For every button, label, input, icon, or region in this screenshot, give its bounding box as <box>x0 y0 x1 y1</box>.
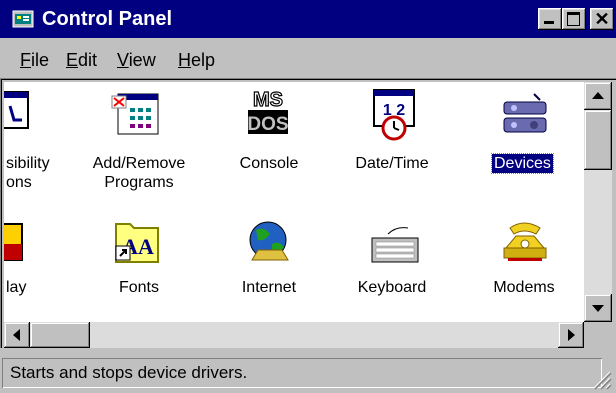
icon-label: Fonts <box>118 279 159 296</box>
scroll-left-button[interactable] <box>4 322 30 348</box>
icon-item-date-time[interactable]: 1 2 Date/Time <box>332 82 452 202</box>
arrow-down-icon <box>592 305 604 312</box>
arrow-up-icon <box>592 92 604 99</box>
icon-item-accessibility[interactable]: sibility ons <box>4 82 74 202</box>
icon-item-modems[interactable]: Modems <box>466 212 582 322</box>
window-title: Control Panel <box>42 8 173 30</box>
icon-item-keyboard[interactable]: Keyboard <box>332 212 452 322</box>
console-icon: MS DOS <box>247 88 288 135</box>
control-panel-icon <box>12 10 34 28</box>
scrollbar-corner <box>584 322 612 348</box>
resize-grip-icon[interactable] <box>590 368 612 390</box>
add-remove-programs-icon <box>111 93 159 135</box>
horizontal-scroll-thumb[interactable] <box>30 322 90 348</box>
modems-icon <box>503 222 547 261</box>
scroll-up-button[interactable] <box>584 82 612 110</box>
menu-bar: File Edit View Help <box>0 44 616 74</box>
menu-file[interactable]: File <box>18 49 51 71</box>
status-bar: Starts and stops device drivers. <box>0 354 616 393</box>
arrow-right-icon <box>568 329 575 341</box>
icon-label: Devices <box>491 153 554 174</box>
icon-view[interactable]: sibility ons Add/Remove Programs MS DOS … <box>4 82 584 322</box>
icon-label: lay <box>6 279 27 296</box>
scroll-down-button[interactable] <box>584 294 612 322</box>
horizontal-scrollbar[interactable] <box>4 322 584 348</box>
icon-item-devices[interactable]: Devices <box>466 82 582 202</box>
icon-item-add-remove-programs[interactable]: Add/Remove Programs <box>74 82 204 202</box>
client-area: sibility ons Add/Remove Programs MS DOS … <box>0 78 616 348</box>
display-icon <box>4 223 23 261</box>
maximize-button[interactable] <box>562 8 586 30</box>
icon-label: Internet <box>241 279 297 296</box>
status-text: Starts and stops device drivers. <box>10 363 248 382</box>
maximize-icon <box>567 12 580 26</box>
icon-label: Date/Time <box>355 155 429 172</box>
control-panel-window: Control Panel ✕ File Edit View Help sibi… <box>0 0 616 393</box>
date-time-icon: 1 2 <box>373 89 415 141</box>
vertical-scroll-thumb[interactable] <box>584 110 612 170</box>
icon-item-internet[interactable]: Internet <box>214 212 324 322</box>
menu-edit[interactable]: Edit <box>64 49 99 71</box>
devices-icon <box>503 93 547 133</box>
icon-label: Add/Remove Programs <box>92 155 186 191</box>
keyboard-icon <box>371 227 419 263</box>
accessibility-icon <box>4 91 29 129</box>
title-bar[interactable]: Control Panel ✕ <box>0 0 616 38</box>
svg-text:DOS: DOS <box>247 114 288 135</box>
minimize-icon <box>544 21 554 24</box>
vertical-scrollbar[interactable] <box>584 82 612 322</box>
close-button[interactable]: ✕ <box>590 8 614 30</box>
fonts-icon: AA <box>115 223 159 263</box>
icon-label: Console <box>239 155 299 172</box>
scroll-right-button[interactable] <box>558 322 584 348</box>
icon-label: Modems <box>493 279 555 296</box>
internet-icon <box>249 221 289 261</box>
menu-view[interactable]: View <box>115 49 158 71</box>
close-icon: ✕ <box>594 9 610 29</box>
icon-item-fonts[interactable]: AA Fonts <box>74 212 204 322</box>
status-pane: Starts and stops device drivers. <box>2 358 602 388</box>
icon-label: sibility ons <box>6 155 50 191</box>
arrow-left-icon <box>13 329 20 341</box>
icon-label: Keyboard <box>357 279 427 296</box>
menu-help[interactable]: Help <box>176 49 217 71</box>
minimize-button[interactable] <box>538 8 562 30</box>
icon-item-console[interactable]: MS DOS Console <box>214 82 324 202</box>
icon-item-display[interactable]: lay <box>4 212 64 322</box>
svg-text:MS: MS <box>253 89 283 111</box>
